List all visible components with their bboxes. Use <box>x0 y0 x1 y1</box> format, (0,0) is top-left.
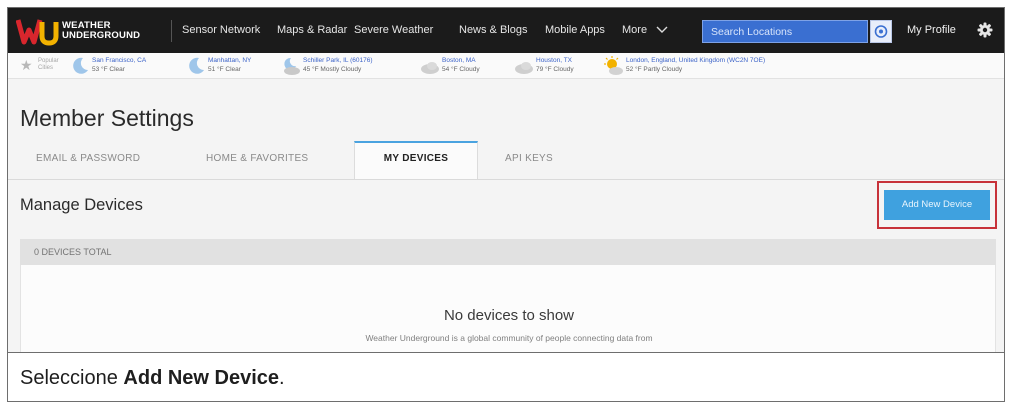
location-target-icon <box>874 25 888 38</box>
city-temp: 54 °F Cloudy <box>442 66 480 73</box>
nav-more[interactable]: More <box>622 24 668 36</box>
screenshot: WEATHER UNDERGROUND Sensor Network Maps … <box>8 8 1004 352</box>
city-name: London, England, United Kingdom (WC2N 7O… <box>626 57 766 64</box>
sun-cloud-icon <box>604 56 623 75</box>
brand-text: WEATHER UNDERGROUND <box>62 21 140 41</box>
locate-button[interactable] <box>870 20 892 43</box>
chevron-down-icon <box>656 26 668 34</box>
gear-icon[interactable] <box>977 22 993 38</box>
city-name: San Francisco, CA <box>92 57 147 64</box>
highlight-box: Add New Device <box>877 181 997 229</box>
empty-state-title: No devices to show <box>443 307 575 324</box>
figure-frame: WEATHER UNDERGROUND Sensor Network Maps … <box>7 7 1005 402</box>
popular-label-line1: Popular <box>38 58 59 64</box>
tab-email-password[interactable]: EMAIL & PASSWORD <box>36 153 140 164</box>
nav-more-label: More <box>622 24 648 36</box>
popular-label-line2: Cities <box>38 65 54 71</box>
city-temp: 53 °F Clear <box>92 66 125 73</box>
my-profile-link[interactable]: My Profile <box>907 24 956 36</box>
city-name: Boston, MA <box>442 57 476 64</box>
brand-line2: UNDERGROUND <box>62 30 141 41</box>
city-temp: 45 °F Mostly Cloudy <box>303 66 362 73</box>
devices-total-bar: 0 DEVICES TOTAL <box>20 239 996 265</box>
nav-maps-radar[interactable]: Maps & Radar <box>277 24 347 36</box>
star-icon[interactable]: ★ <box>20 57 33 74</box>
city-name: Manhattan, NY <box>208 57 252 64</box>
settings-tabs: EMAIL & PASSWORD HOME & FAVORITES MY DEV… <box>8 141 1004 180</box>
page-title: Member Settings <box>20 105 194 131</box>
moon-icon <box>189 57 204 74</box>
add-new-device-button[interactable]: Add New Device <box>884 190 990 220</box>
search-locations-input[interactable]: Search Locations <box>702 20 868 43</box>
caption-prefix: Seleccione <box>20 367 124 389</box>
city-temp: 51 °F Clear <box>208 66 241 73</box>
city-name: Houston, TX <box>536 57 573 64</box>
tab-my-devices[interactable]: MY DEVICES <box>354 141 478 179</box>
section-title: Manage Devices <box>20 196 143 214</box>
moon-icon <box>73 57 88 74</box>
wu-logo-icon <box>16 19 59 46</box>
wu-logo[interactable]: WEATHER UNDERGROUND <box>16 16 166 46</box>
member-settings-page: Member Settings EMAIL & PASSWORD HOME & … <box>8 79 1004 352</box>
nav-news-blogs[interactable]: News & Blogs <box>459 24 527 36</box>
caption-text: Seleccione Add New Device. <box>20 367 285 390</box>
cloud-icon <box>515 62 533 74</box>
nav-mobile-apps[interactable]: Mobile Apps <box>545 24 605 36</box>
moon-cloud-icon <box>284 57 300 75</box>
nav-divider <box>171 20 172 42</box>
tab-home-favorites[interactable]: HOME & FAVORITES <box>206 153 308 164</box>
city-temp: 79 °F Cloudy <box>536 66 574 73</box>
city-name: Schiller Park, IL (60176) <box>303 57 373 64</box>
devices-total-label: 0 DEVICES TOTAL <box>34 247 112 257</box>
top-navigation: WEATHER UNDERGROUND Sensor Network Maps … <box>8 8 1004 53</box>
search-placeholder: Search Locations <box>711 26 793 38</box>
popular-cities-label: Popular Cities <box>38 58 59 72</box>
city-temp: 52 °F Partly Cloudy <box>626 66 683 73</box>
empty-state-description: Weather Underground is a global communit… <box>365 333 653 343</box>
nav-severe-weather[interactable]: Severe Weather <box>354 24 433 36</box>
caption-bold: Add New Device <box>123 367 280 389</box>
popular-cities-strip: ★ Popular Cities San Francisco, CA 53 °F… <box>8 53 1004 79</box>
nav-sensor-network[interactable]: Sensor Network <box>182 24 260 36</box>
cloud-icon <box>421 62 439 74</box>
tab-api-keys[interactable]: API KEYS <box>505 153 553 164</box>
devices-empty-panel: No devices to show Weather Underground i… <box>20 265 996 352</box>
caption-suffix: . <box>279 367 285 389</box>
instruction-caption: Seleccione Add New Device. <box>8 352 1004 401</box>
